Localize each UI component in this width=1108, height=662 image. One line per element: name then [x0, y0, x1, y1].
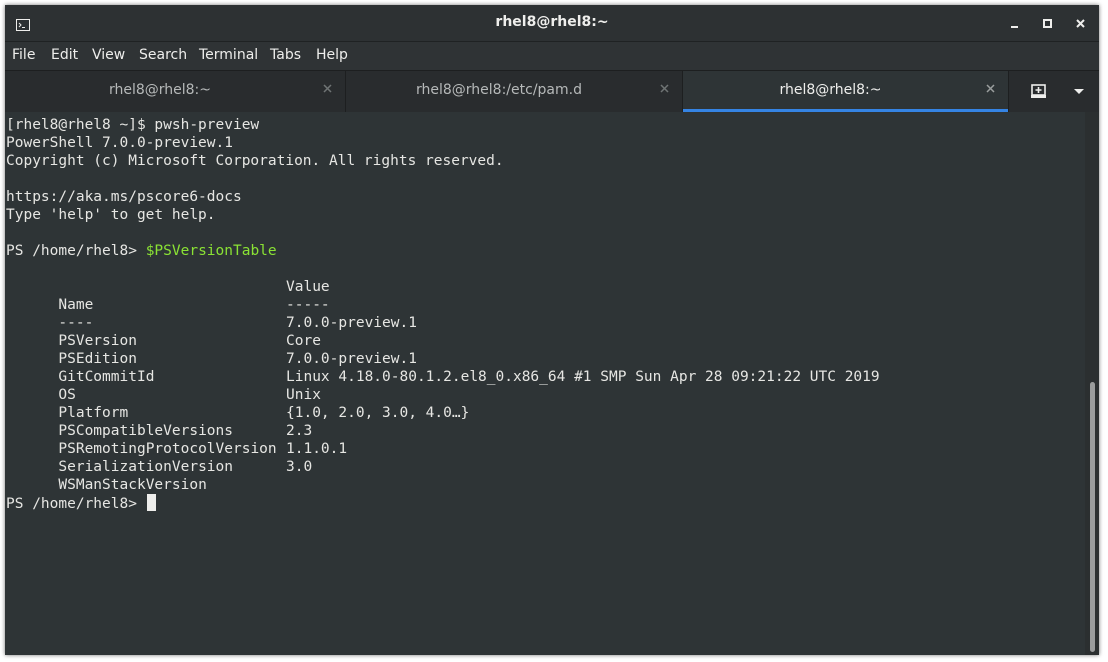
menu-help[interactable]: Help: [316, 47, 348, 63]
tab-pam-d[interactable]: rhel8@rhel8:/etc/pam.d: [346, 71, 683, 112]
row-value: 2.3: [286, 423, 313, 439]
row-value: Core: [286, 333, 321, 349]
table-row: PSEdition Core: [6, 332, 1006, 367]
table-row: GitCommitId 7.0.0-preview.1: [6, 350, 1006, 385]
window-title: rhel8@rhel8:~: [495, 14, 609, 30]
tab-home-1[interactable]: rhel8@rhel8:~: [5, 71, 346, 112]
table-row: PSRemotingProtocolVersion 2.3: [6, 422, 1006, 457]
table-row: WSManStackVersion 3.0: [6, 458, 1006, 493]
table-header-row: Name Value: [6, 278, 1006, 313]
banner-line: https://aka.ms/pscore6-docs: [6, 189, 242, 205]
tab-home-active[interactable]: rhel8@rhel8:~: [683, 71, 1009, 112]
banner-line: Copyright (c) Microsoft Corporation. All…: [6, 153, 504, 169]
table-row: PSVersion 7.0.0-preview.1: [6, 314, 1006, 349]
separator-value: -----: [286, 297, 330, 313]
banner-line: Type 'help' to get help.: [6, 207, 216, 223]
table-row: SerializationVersion 1.1.0.1: [6, 440, 1006, 475]
menu-file[interactable]: File: [12, 47, 35, 63]
ps-command-line: PS /home/rhel8> $PSVersionTable: [6, 242, 277, 260]
row-value: 7.0.0-preview.1: [286, 315, 417, 331]
row-value: Linux 4.18.0-80.1.2.el8_0.x86_64 #1 SMP …: [286, 369, 880, 385]
maximize-icon[interactable]: [1038, 14, 1058, 34]
menu-terminal[interactable]: Terminal: [199, 47, 258, 63]
menu-edit[interactable]: Edit: [51, 47, 78, 63]
row-name: WSManStackVersion: [58, 477, 207, 493]
menu-view[interactable]: View: [92, 47, 125, 63]
scrollbar[interactable]: [1085, 112, 1099, 655]
tab-label: rhel8@rhel8:~: [779, 82, 882, 98]
tab-bar: rhel8@rhel8:~ rhel8@rhel8:/etc/pam.d rhe…: [5, 70, 1099, 113]
row-value: 3.0: [286, 459, 313, 475]
row-value: 1.1.0.1: [286, 441, 348, 457]
menu-bar: File Edit View Search Terminal Tabs Help: [5, 42, 1099, 70]
title-bar[interactable]: rhel8@rhel8:~: [5, 5, 1099, 42]
shell-command-line: [rhel8@rhel8 ~]$ pwsh-preview: [6, 117, 260, 133]
close-icon[interactable]: [1071, 14, 1091, 34]
table-separator-row: ---- -----: [6, 296, 1006, 331]
row-value: Unix: [286, 387, 321, 403]
tab-close-icon[interactable]: [658, 82, 672, 96]
tab-close-icon[interactable]: [321, 82, 335, 96]
table-row: PSCompatibleVersions {1.0, 2.0, 3.0, 4.0…: [6, 404, 1006, 439]
table-row: OS Linux 4.18.0-80.1.2.el8_0.x86_64 #1 S…: [6, 368, 1006, 403]
new-tab-icon[interactable]: [1019, 71, 1059, 112]
table-row: Platform Unix: [6, 386, 1006, 421]
header-value: Value: [286, 279, 330, 295]
tab-label: rhel8@rhel8:/etc/pam.d: [416, 82, 582, 98]
current-prompt-line[interactable]: PS /home/rhel8>: [6, 494, 156, 512]
row-value: {1.0, 2.0, 3.0, 4.0…}: [286, 405, 470, 421]
terminal-output[interactable]: [rhel8@rhel8 ~]$ pwsh-preview PowerShell…: [5, 112, 1085, 655]
tab-close-icon[interactable]: [984, 82, 998, 96]
scrollbar-thumb[interactable]: [1090, 382, 1095, 652]
ps-prompt: PS /home/rhel8>: [6, 496, 146, 512]
minimize-icon[interactable]: [1005, 14, 1025, 34]
menu-search[interactable]: Search: [139, 47, 187, 63]
tab-menu-icon[interactable]: [1059, 71, 1099, 112]
row-value: 7.0.0-preview.1: [286, 351, 417, 367]
text-cursor: [146, 494, 156, 511]
terminal-window: rhel8@rhel8:~ File Edit View Search Term…: [5, 5, 1099, 655]
ps-command: $PSVersionTable: [145, 243, 277, 259]
menu-tabs[interactable]: Tabs: [270, 47, 301, 63]
ps-prompt: PS /home/rhel8>: [6, 243, 146, 259]
tab-label: rhel8@rhel8:~: [108, 82, 212, 98]
banner-line: PowerShell 7.0.0-preview.1: [6, 135, 233, 151]
